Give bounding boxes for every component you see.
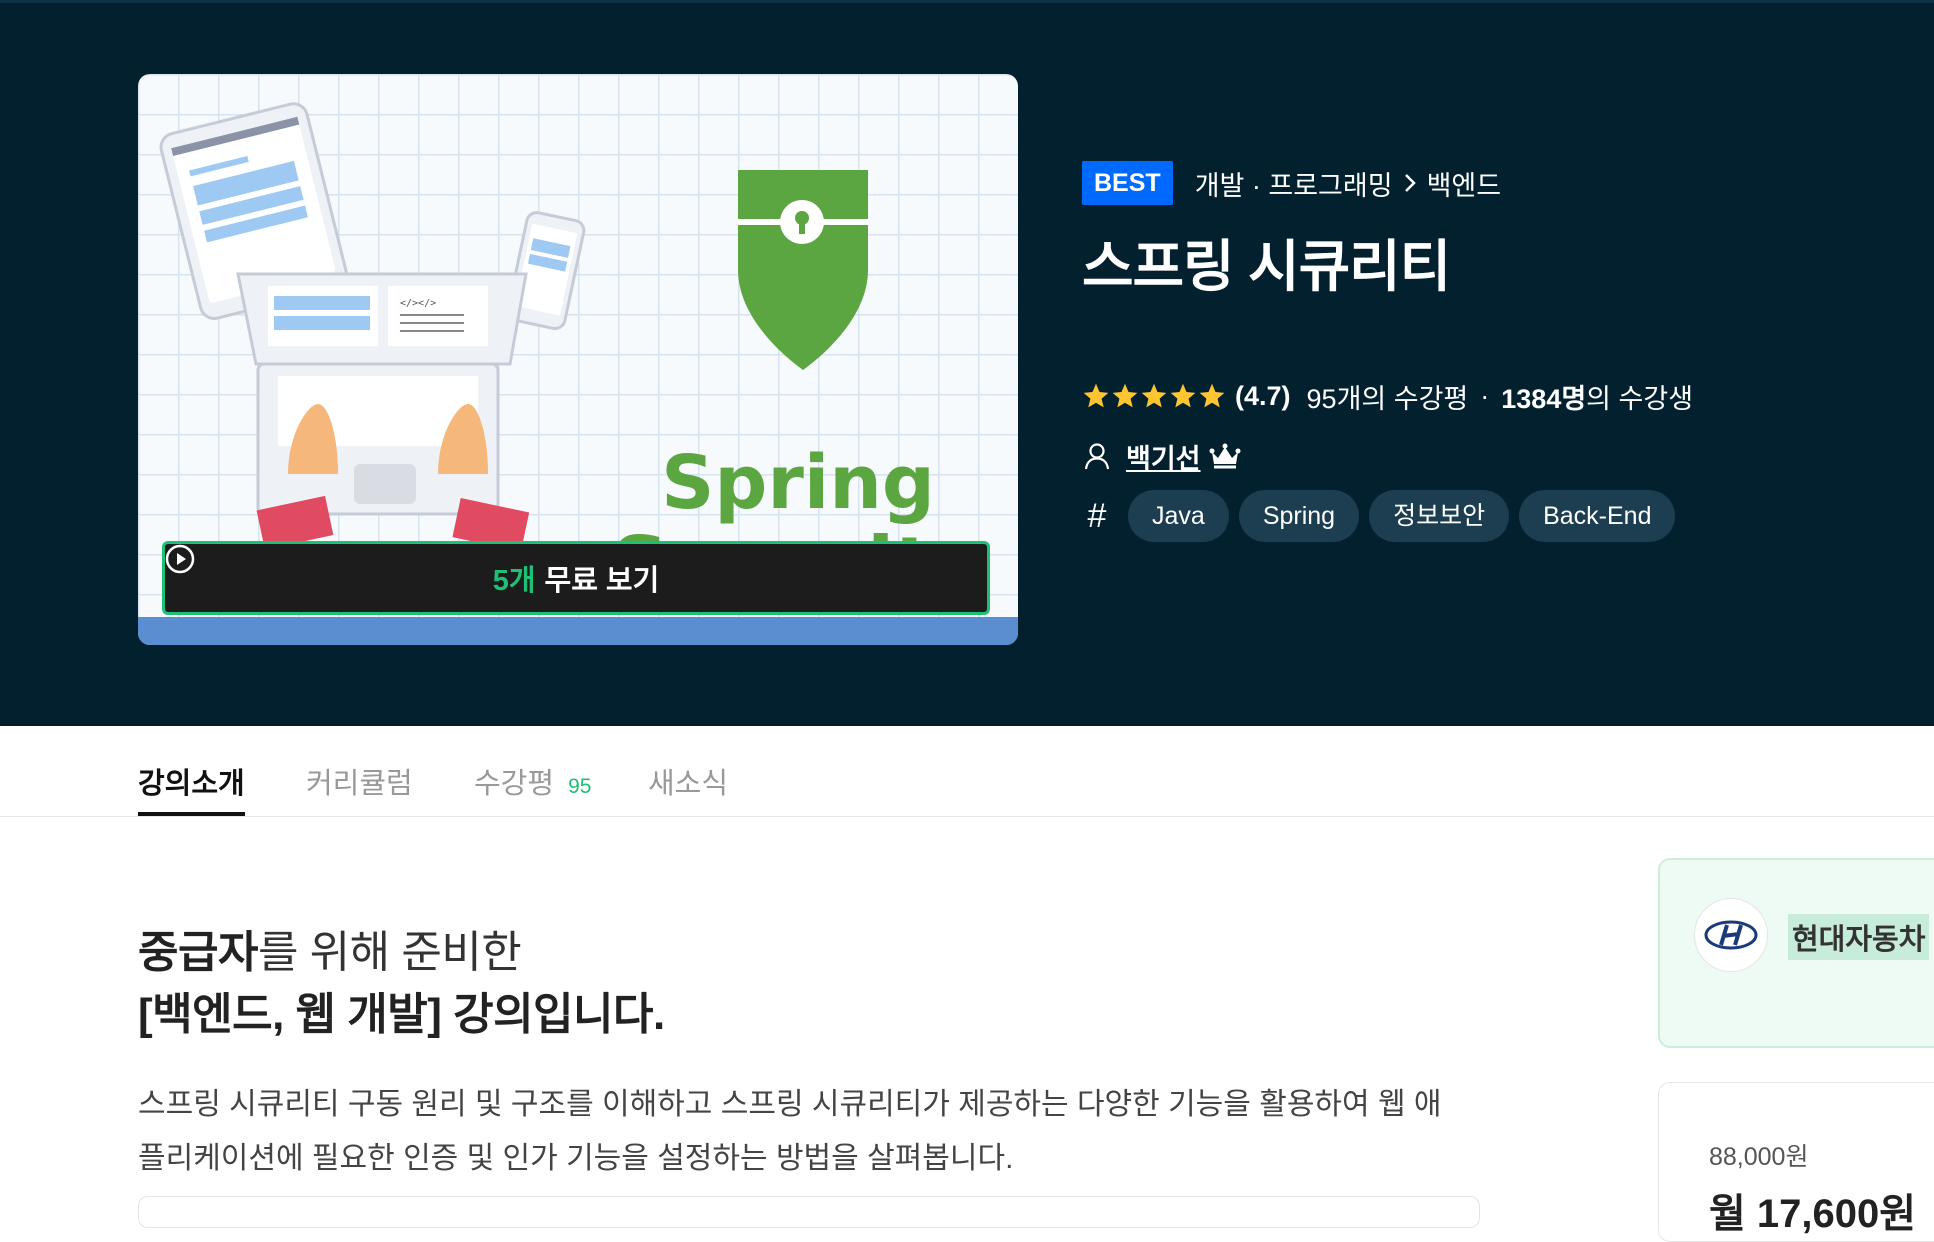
course-thumbnail[interactable]: </></> Spring Security bbox=[138, 74, 1018, 645]
best-badge: BEST bbox=[1082, 161, 1173, 205]
student-count: 1384명 bbox=[1501, 383, 1587, 414]
chevron-right-icon bbox=[1404, 174, 1416, 192]
instructor-row: 백기선 bbox=[1082, 436, 1241, 476]
original-price: 88,000원 bbox=[1709, 1143, 1809, 1171]
intro-heading-line2: [백엔드, 웹 개발] 강의입니다. bbox=[138, 990, 665, 1039]
tab-label: 수강평 bbox=[474, 768, 555, 800]
tab-intro[interactable]: 강의소개 bbox=[138, 760, 245, 816]
free-preview-button[interactable]: 5개 무료 보기 bbox=[162, 541, 990, 615]
tab-label: 강의소개 bbox=[138, 768, 245, 800]
hyundai-logo-icon bbox=[1704, 920, 1758, 950]
top-divider bbox=[0, 0, 1934, 3]
tag-list: # Java Spring 정보보안 Back-End bbox=[1082, 490, 1685, 542]
tag-chip[interactable]: Java bbox=[1128, 490, 1229, 542]
thumbnail-bottom-bar bbox=[138, 617, 1018, 645]
star-icon bbox=[1112, 383, 1138, 408]
level-label: 중급자 bbox=[138, 928, 258, 977]
breadcrumb-subcategory[interactable]: 백엔드 bbox=[1427, 164, 1502, 203]
info-box bbox=[138, 1196, 1480, 1228]
rating-summary: (4.7) 95개의 수강평 · 1384명 의 수강생 bbox=[1082, 378, 1693, 414]
tag-chip[interactable]: 정보보안 bbox=[1369, 490, 1510, 542]
star-icon bbox=[1083, 383, 1109, 408]
preview-label: 무료 보기 bbox=[544, 565, 660, 597]
shield-lock-icon bbox=[738, 170, 868, 370]
play-circle-icon bbox=[165, 544, 195, 574]
star-icon bbox=[1199, 383, 1225, 408]
star-rating bbox=[1082, 382, 1227, 410]
star-icon bbox=[1170, 383, 1196, 408]
monthly-price: 월 17,600원 bbox=[1709, 1192, 1917, 1236]
hashtag-icon: # bbox=[1087, 496, 1107, 535]
breadcrumb: BEST 개발 · 프로그래밍 백엔드 bbox=[1082, 160, 1501, 206]
star-icon bbox=[1141, 383, 1167, 408]
price-card: 88,000원 월 17,600원 bbox=[1658, 1082, 1934, 1242]
tab-label: 커리큘럼 bbox=[306, 768, 413, 800]
separator-dot: · bbox=[1480, 380, 1490, 411]
course-info: BEST 개발 · 프로그래밍 백엔드 bbox=[1082, 160, 1501, 206]
tab-reviews[interactable]: 수강평 95 bbox=[474, 760, 591, 816]
instructor-name[interactable]: 백기선 bbox=[1126, 437, 1201, 476]
course-description: 스프링 시큐리티 구동 원리 및 구조를 이해하고 스프링 시큐리티가 제공하는… bbox=[138, 1088, 1442, 1175]
intro-heading-line1: 중급자를 위해 준비한 bbox=[138, 916, 522, 980]
user-icon bbox=[1084, 443, 1110, 470]
code-tag-text: </></> bbox=[400, 298, 436, 309]
review-count-badge: 95 bbox=[568, 775, 592, 798]
thumbnail-title-line1: Spring bbox=[661, 440, 935, 526]
hyundai-logo bbox=[1694, 898, 1768, 972]
crown-icon bbox=[1209, 443, 1241, 469]
course-title: 스프링 시큐리티 bbox=[1082, 235, 1451, 298]
student-suffix: 의 수강생 bbox=[1586, 383, 1694, 414]
breadcrumb-category[interactable]: 개발 · 프로그래밍 bbox=[1195, 164, 1393, 203]
course-tabs: 강의소개 커리큘럼 수강평 95 새소식 bbox=[0, 726, 1934, 817]
tab-label: 새소식 bbox=[648, 768, 729, 800]
tag-chip[interactable]: Spring bbox=[1238, 490, 1360, 542]
promo-company-text: 현대자동차 bbox=[1788, 914, 1930, 960]
tab-curriculum[interactable]: 커리큘럼 bbox=[306, 760, 413, 816]
course-hero: </></> Spring Security bbox=[0, 0, 1934, 726]
company-promo-card[interactable]: 현대자동차 bbox=[1658, 858, 1934, 1048]
rating-score: (4.7) bbox=[1235, 380, 1291, 411]
tag-chip[interactable]: Back-End bbox=[1519, 490, 1676, 542]
tab-news[interactable]: 새소식 bbox=[648, 760, 728, 816]
preview-count: 5개 bbox=[492, 565, 536, 597]
review-count[interactable]: 95개의 수강평 bbox=[1307, 377, 1469, 416]
intro-heading-rest: 를 위해 준비한 bbox=[257, 928, 522, 977]
